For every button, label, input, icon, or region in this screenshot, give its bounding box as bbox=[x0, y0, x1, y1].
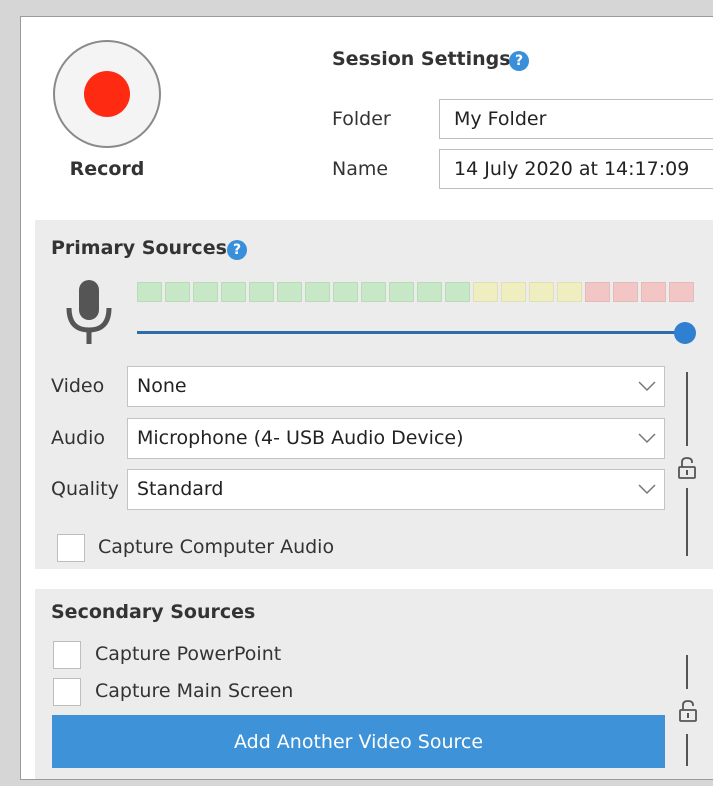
secondary-sources-title: Secondary Sources bbox=[51, 601, 256, 623]
primary-help-icon[interactable]: ? bbox=[227, 240, 247, 260]
meter-segment bbox=[137, 282, 162, 302]
meter-segment bbox=[361, 282, 386, 302]
primary-link-line-top bbox=[686, 372, 688, 446]
session-settings-title: Session Settings bbox=[332, 48, 511, 70]
meter-segment bbox=[641, 282, 666, 302]
chevron-down-icon bbox=[638, 484, 656, 495]
volume-slider-thumb[interactable] bbox=[674, 322, 696, 344]
name-input[interactable] bbox=[439, 149, 713, 189]
recorder-window: Record Session Settings ? Folder Name Pr… bbox=[20, 16, 713, 780]
add-video-source-button[interactable]: Add Another Video Source bbox=[52, 715, 665, 768]
record-label: Record bbox=[69, 158, 145, 180]
chevron-down-icon bbox=[638, 433, 656, 444]
meter-segment bbox=[277, 282, 302, 302]
name-label: Name bbox=[332, 158, 389, 180]
capture-computer-audio-label[interactable]: Capture Computer Audio bbox=[98, 536, 334, 558]
microphone-icon bbox=[66, 280, 112, 344]
meter-segment bbox=[249, 282, 274, 302]
meter-segment bbox=[333, 282, 358, 302]
meter-segment bbox=[417, 282, 442, 302]
session-help-icon[interactable]: ? bbox=[509, 51, 529, 71]
capture-computer-audio-checkbox[interactable] bbox=[57, 534, 85, 562]
meter-segment bbox=[613, 282, 638, 302]
meter-segment bbox=[165, 282, 190, 302]
secondary-link-line-bottom bbox=[686, 734, 688, 766]
primary-sources-panel: Primary Sources ? Video None Audio Micro… bbox=[35, 220, 713, 569]
secondary-sources-panel: Secondary Sources Capture PowerPoint Cap… bbox=[35, 589, 713, 779]
meter-segment bbox=[445, 282, 470, 302]
volume-slider-track[interactable] bbox=[137, 331, 685, 334]
capture-powerpoint-checkbox[interactable] bbox=[53, 641, 81, 669]
audio-label: Audio bbox=[51, 427, 106, 449]
capture-powerpoint-label[interactable]: Capture PowerPoint bbox=[95, 643, 281, 665]
capture-main-screen-checkbox[interactable] bbox=[53, 678, 81, 706]
video-label: Video bbox=[51, 375, 105, 397]
quality-select-value: Standard bbox=[137, 478, 224, 500]
video-select-value: None bbox=[137, 375, 187, 397]
record-dot-icon bbox=[84, 71, 130, 117]
meter-segment bbox=[389, 282, 414, 302]
meter-segment bbox=[221, 282, 246, 302]
meter-segment bbox=[305, 282, 330, 302]
secondary-link-line-top bbox=[686, 655, 688, 689]
quality-label: Quality bbox=[51, 478, 119, 500]
meter-segment bbox=[585, 282, 610, 302]
primary-link-line-bottom bbox=[686, 488, 688, 556]
folder-label: Folder bbox=[332, 108, 391, 130]
meter-segment bbox=[501, 282, 526, 302]
unlock-icon[interactable] bbox=[678, 699, 698, 723]
quality-select[interactable]: Standard bbox=[127, 469, 665, 510]
meter-segment bbox=[473, 282, 498, 302]
meter-segment bbox=[669, 282, 694, 302]
chevron-down-icon bbox=[638, 381, 656, 392]
audio-select-value: Microphone (4- USB Audio Device) bbox=[137, 427, 464, 449]
unlock-icon[interactable] bbox=[677, 456, 697, 480]
audio-level-meter bbox=[137, 282, 694, 302]
meter-segment bbox=[529, 282, 554, 302]
folder-input[interactable] bbox=[439, 99, 713, 139]
video-select[interactable]: None bbox=[127, 366, 665, 407]
meter-segment bbox=[557, 282, 582, 302]
audio-select[interactable]: Microphone (4- USB Audio Device) bbox=[127, 418, 665, 459]
meter-segment bbox=[193, 282, 218, 302]
record-button[interactable] bbox=[53, 40, 161, 148]
capture-main-screen-label[interactable]: Capture Main Screen bbox=[95, 680, 293, 702]
primary-sources-title: Primary Sources bbox=[51, 237, 227, 259]
